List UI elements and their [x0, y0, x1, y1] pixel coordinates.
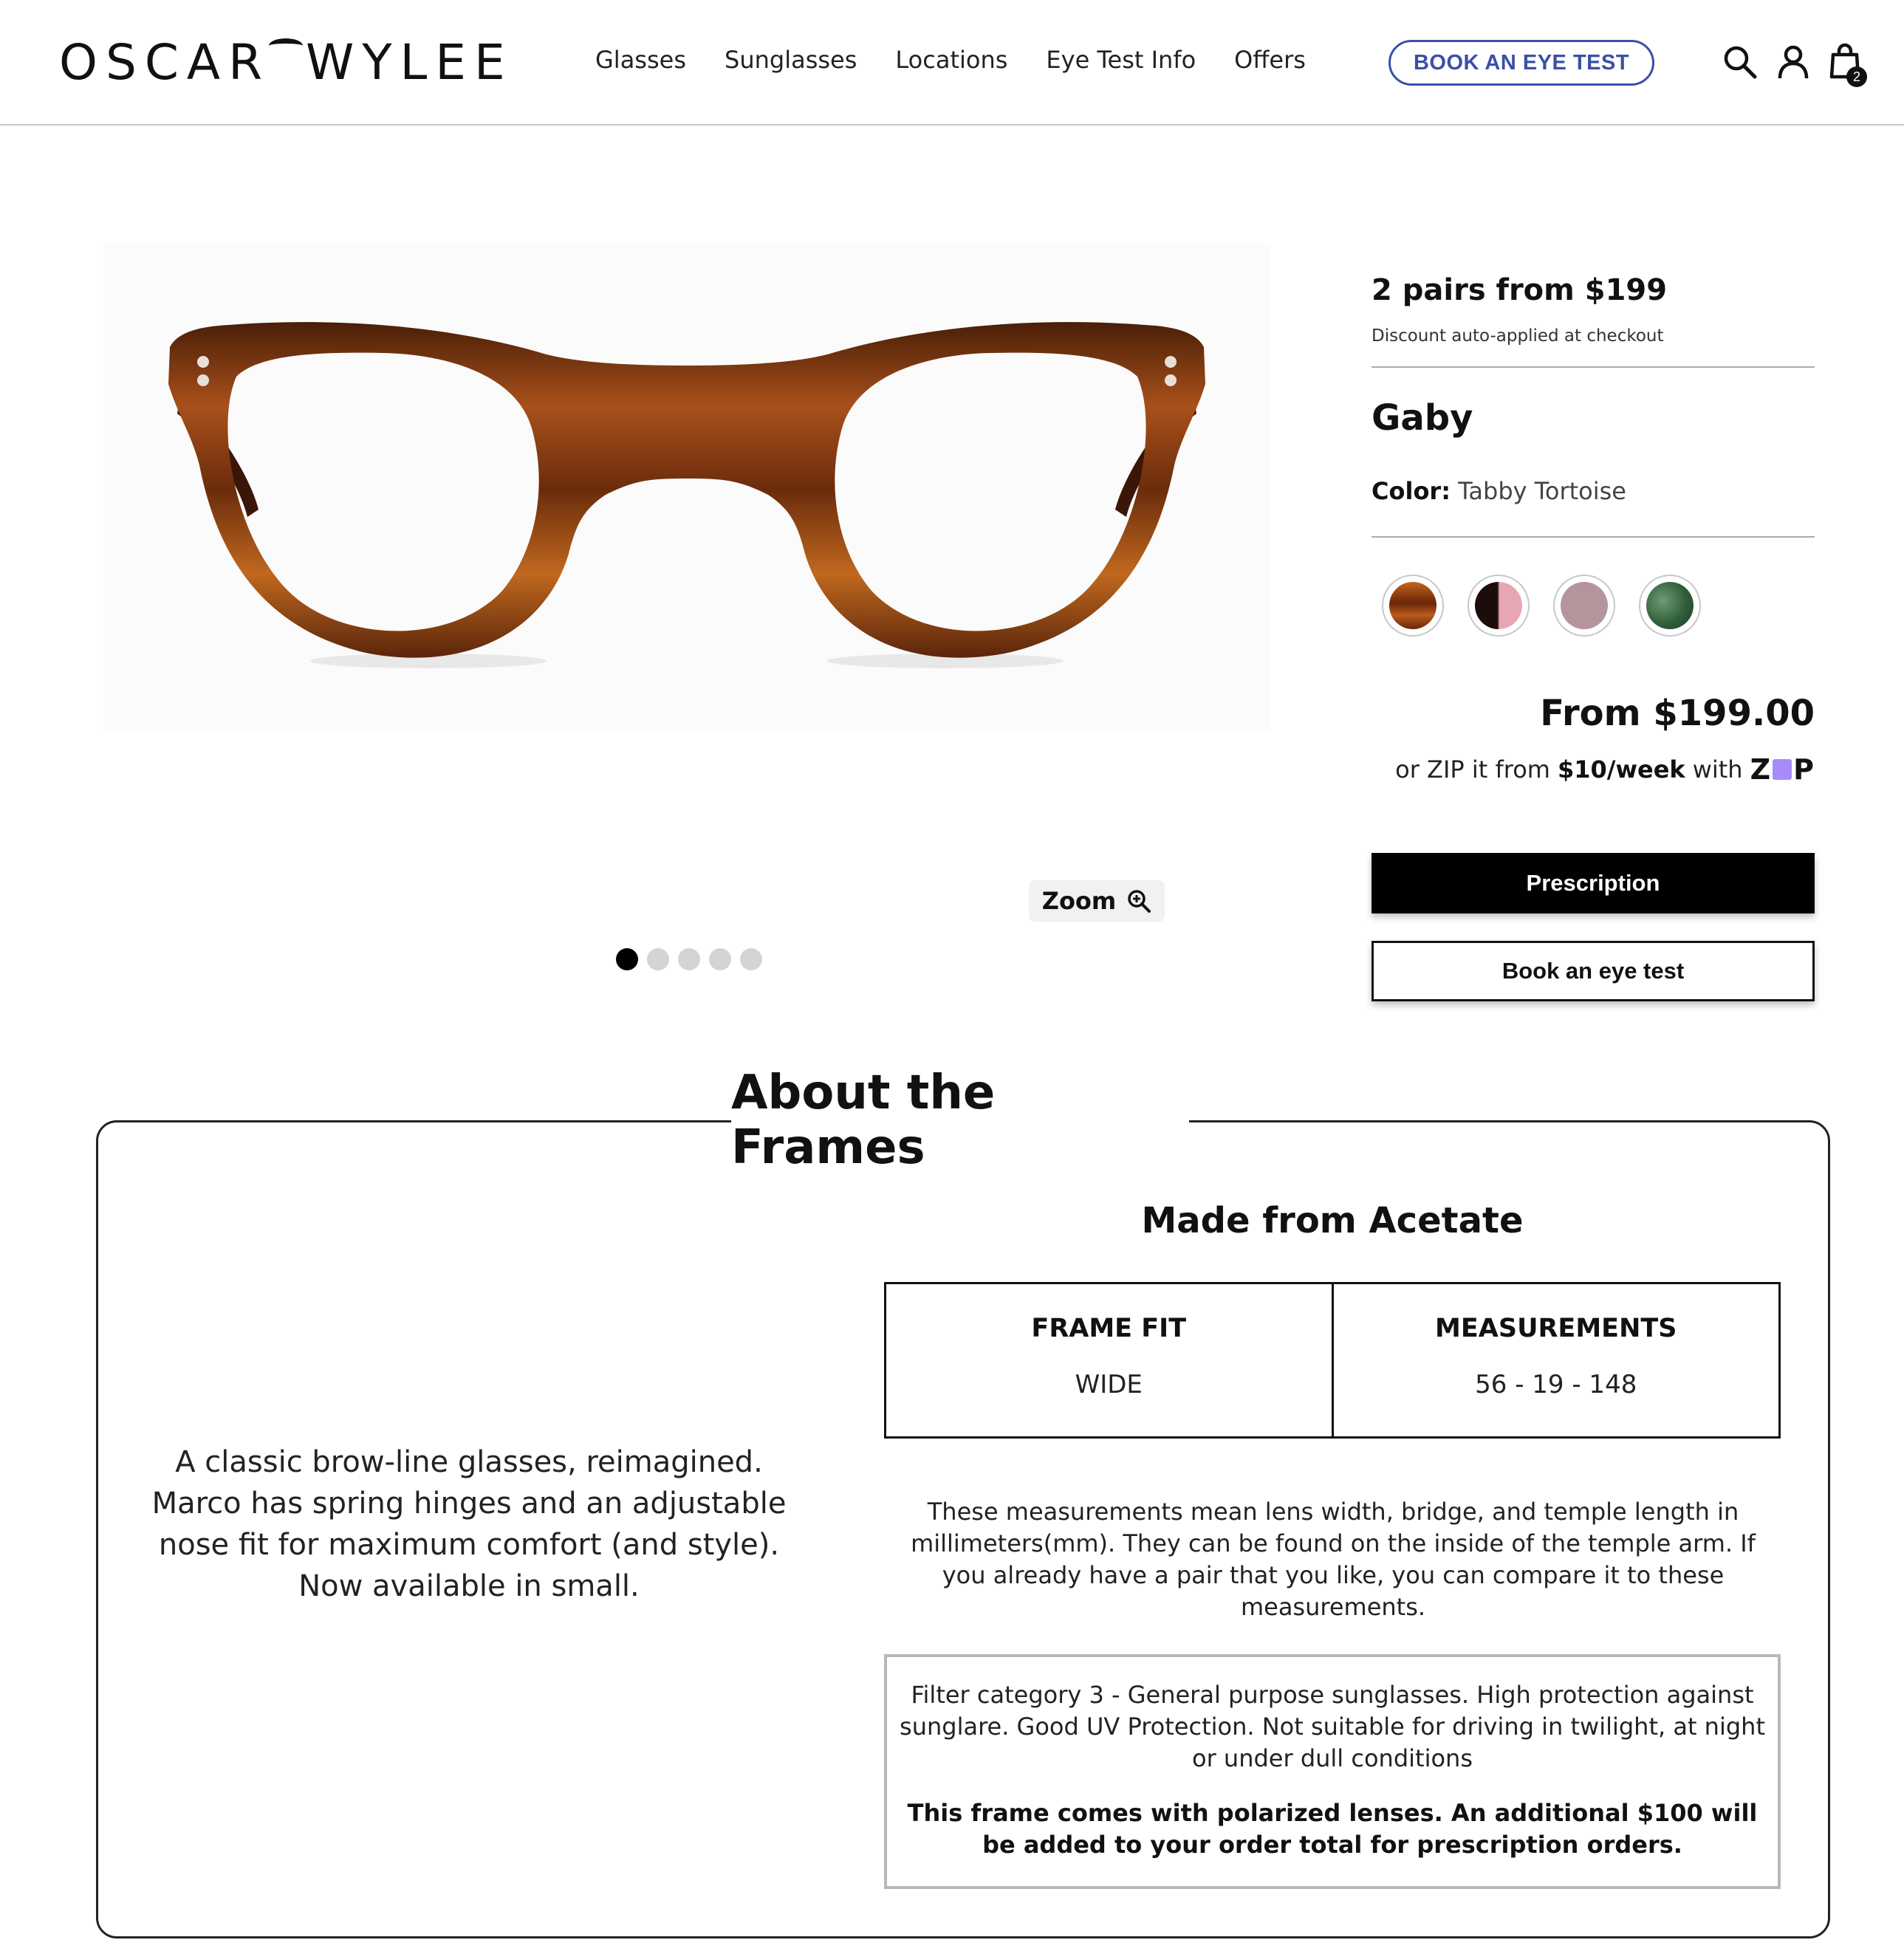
product-info-panel: 2 pairs from $199 Discount auto-applied …	[1372, 273, 1815, 1012]
prescription-button[interactable]: Prescription	[1372, 853, 1815, 913]
product-image[interactable]	[103, 244, 1270, 731]
zip-with: with	[1692, 755, 1743, 784]
logo-arc	[268, 38, 303, 53]
lens-info-box: Filter category 3 - General purpose sung…	[884, 1654, 1781, 1889]
carousel-dot[interactable]	[616, 948, 638, 970]
divider	[1372, 366, 1815, 368]
swatch-green[interactable]	[1639, 575, 1701, 637]
color-swatches	[1382, 575, 1701, 637]
zoom-button[interactable]: Zoom	[1029, 880, 1165, 922]
zoom-in-icon	[1128, 890, 1151, 913]
frame-fit-label: FRAME FIT	[1031, 1314, 1187, 1343]
nav-eye-test-info[interactable]: Eye Test Info	[1046, 46, 1196, 74]
nav-sunglasses[interactable]: Sunglasses	[725, 46, 857, 74]
zip-payment-line: or ZIP it from $10/week with ZP	[1395, 753, 1815, 786]
measurements-label: MEASUREMENTS	[1435, 1314, 1677, 1343]
measurements-cell: MEASUREMENTS 56 - 19 - 148	[1331, 1284, 1779, 1436]
glasses-illustration	[168, 322, 1205, 668]
logo-text-left: OSCAR	[59, 33, 270, 91]
nav-locations[interactable]: Locations	[895, 46, 1007, 74]
cart-count-badge: 2	[1846, 66, 1867, 87]
image-carousel-dots	[616, 948, 762, 970]
zip-logo[interactable]: ZP	[1750, 753, 1815, 786]
swatch-black-pink[interactable]	[1468, 575, 1530, 637]
nav-offers[interactable]: Offers	[1234, 46, 1306, 74]
polarized-note: This frame comes with polarized lenses. …	[907, 1799, 1758, 1859]
measurements-value: 56 - 19 - 148	[1475, 1370, 1637, 1399]
zip-amount: $10/week	[1557, 755, 1685, 784]
carousel-dot[interactable]	[740, 948, 762, 970]
swatch-tabby-tortoise[interactable]	[1382, 575, 1444, 637]
promo-title: 2 pairs from $199	[1372, 273, 1668, 307]
nav-glasses[interactable]: Glasses	[595, 46, 686, 74]
color-line: Color: Tabby Tortoise	[1372, 477, 1626, 505]
account-icon[interactable]	[1774, 43, 1812, 81]
frame-specs-table: FRAME FIT WIDE MEASUREMENTS 56 - 19 - 14…	[884, 1282, 1781, 1439]
zip-prefix: or ZIP it from	[1395, 755, 1550, 784]
book-eye-test-button[interactable]: Book an eye test	[1372, 941, 1815, 1001]
zip-logo-mark	[1773, 759, 1792, 780]
logo-text-right: WYLEE	[305, 33, 513, 91]
promo-subtitle: Discount auto-applied at checkout	[1372, 326, 1664, 346]
main-nav: Glasses Sunglasses Locations Eye Test In…	[595, 46, 1344, 74]
search-icon[interactable]	[1721, 43, 1759, 81]
product-name: Gaby	[1372, 397, 1473, 439]
frame-description: A classic brow-line glasses, reimagined.…	[151, 1445, 787, 1603]
product-price: From $199.00	[1540, 693, 1815, 734]
about-frames-title: About the Frames	[731, 1066, 1189, 1175]
swatch-mauve[interactable]	[1553, 575, 1615, 637]
zoom-label: Zoom	[1041, 887, 1117, 915]
frame-fit-cell: FRAME FIT WIDE	[886, 1284, 1332, 1436]
site-header: OSCAR WYLEE Glasses Sunglasses Locations…	[0, 0, 1904, 126]
filter-category-note: Filter category 3 - General purpose sung…	[900, 1681, 1765, 1772]
frame-fit-value: WIDE	[1075, 1370, 1143, 1399]
book-eye-test-header-button[interactable]: BOOK AN EYE TEST	[1388, 40, 1654, 86]
measurements-note: These measurements mean lens width, brid…	[911, 1498, 1756, 1621]
carousel-dot[interactable]	[647, 948, 669, 970]
divider	[1372, 536, 1815, 538]
color-value: Tabby Tortoise	[1458, 477, 1626, 505]
frame-material: Made from Acetate	[1141, 1200, 1524, 1241]
color-label: Color:	[1372, 477, 1451, 505]
carousel-dot[interactable]	[709, 948, 731, 970]
carousel-dot[interactable]	[678, 948, 700, 970]
brand-logo[interactable]: OSCAR WYLEE	[59, 33, 513, 91]
